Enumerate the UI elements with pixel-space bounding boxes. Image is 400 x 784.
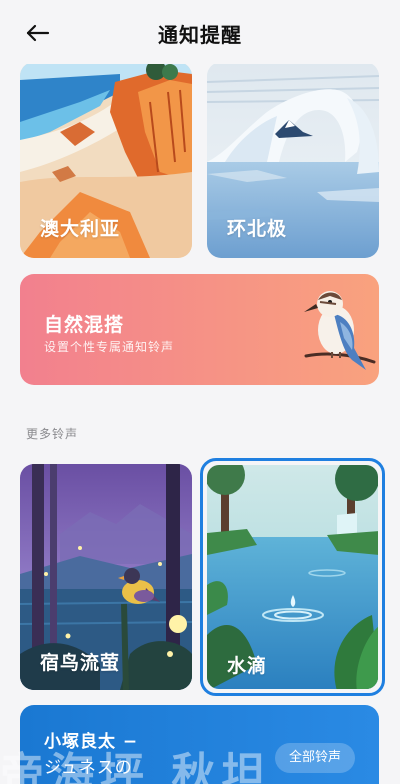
more-ringtones-heading: 更多铃声 — [26, 427, 79, 441]
card-label: 澳大利亚 — [40, 218, 121, 240]
kingfisher-icon — [304, 291, 376, 370]
mix-title: 自然混搭 — [44, 314, 125, 336]
top-bar: 通知提醒 — [0, 0, 400, 64]
water-drop-inner: 水滴 — [207, 465, 378, 689]
ringtone-card-arctic[interactable]: 环北极 — [207, 62, 379, 258]
ringtone-card-natural-mix[interactable]: 自然混搭 设置个性专属通知铃声 — [20, 274, 379, 385]
mix-subtitle: 设置个性专属通知铃声 — [44, 340, 175, 354]
ringtone-card-fireflies[interactable]: 宿鸟流萤 — [20, 464, 192, 690]
page-title: 通知提醒 — [158, 23, 242, 47]
card-label: 环北极 — [227, 218, 288, 240]
ringtone-card-australia[interactable]: 澳大利亚 — [20, 62, 192, 258]
card-label: 宿鸟流萤 — [40, 652, 121, 674]
artist-name: 小塚良太 − — [44, 732, 139, 752]
card-label: 水滴 — [227, 655, 268, 677]
all-ringtones-button[interactable]: 全部铃声 — [274, 743, 355, 773]
artist-subtitle: ジュネスの — [44, 758, 133, 778]
ringtone-card-water-drop[interactable]: 水滴 — [200, 458, 385, 696]
artist-ringtone-card[interactable]: 小塚良太 − ジュネスの 全部铃声 — [20, 705, 379, 784]
